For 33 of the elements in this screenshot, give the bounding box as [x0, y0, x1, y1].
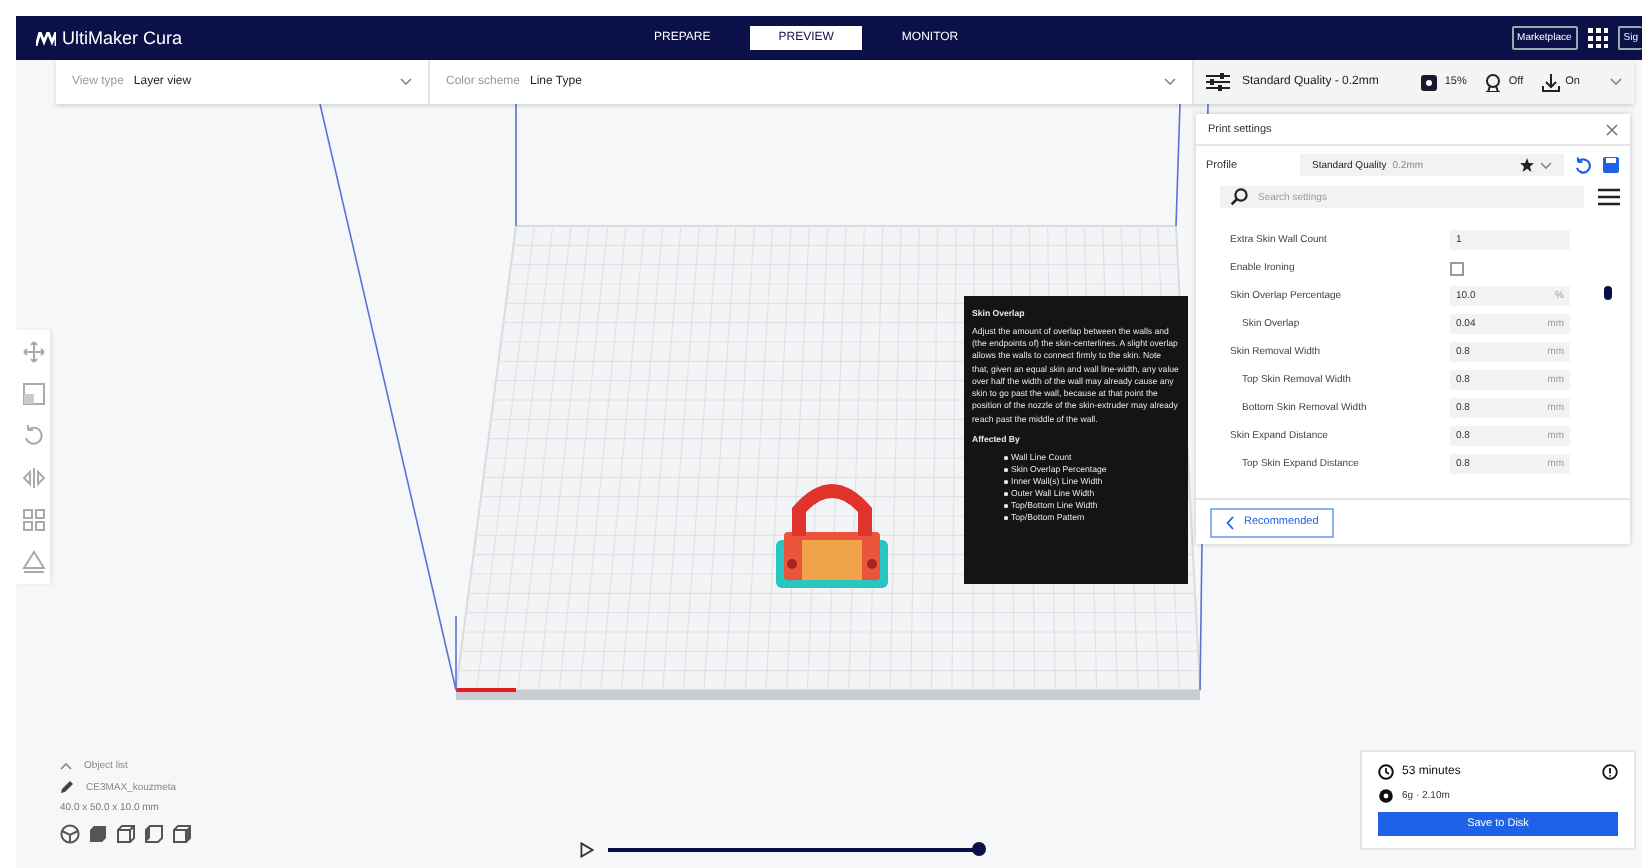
- info-icon[interactable]: [1602, 764, 1618, 780]
- top-view-icon[interactable]: [116, 824, 136, 844]
- left-view-icon[interactable]: [144, 824, 164, 844]
- model-drawing: [776, 484, 888, 588]
- support-icon: [1484, 73, 1503, 91]
- reset-icon[interactable]: [1574, 156, 1592, 174]
- setting-checkbox[interactable]: [1450, 261, 1464, 275]
- chevron-down-icon: [1540, 161, 1552, 169]
- logo-icon: [36, 31, 56, 45]
- layer-slider-handle[interactable]: [972, 842, 986, 856]
- app-logo-text: UltiMaker Cura: [62, 28, 183, 48]
- close-icon[interactable]: [1606, 123, 1618, 135]
- 3d-view-icon[interactable]: [60, 824, 80, 844]
- search-icon: [1230, 188, 1248, 206]
- menu-icon[interactable]: [1598, 188, 1620, 206]
- play-icon[interactable]: [580, 842, 594, 858]
- download-icon: [1541, 73, 1560, 91]
- front-view-icon[interactable]: [88, 824, 108, 844]
- clock-icon: [1378, 764, 1394, 780]
- save-icon[interactable]: [1602, 156, 1620, 174]
- chevron-down-icon: [1164, 78, 1176, 86]
- right-view-icon[interactable]: [172, 824, 192, 844]
- infill-icon: [1420, 73, 1439, 91]
- chevron-down-icon: [1610, 78, 1622, 86]
- chevron-up-icon: [60, 762, 72, 770]
- scrollbar-thumb[interactable]: [1604, 286, 1612, 300]
- pencil-icon: [60, 780, 74, 794]
- apps-grid-icon[interactable]: [1587, 28, 1608, 48]
- spool-icon: [1378, 788, 1394, 804]
- chevron-left-icon: [1226, 515, 1234, 529]
- sliders-icon: [1206, 72, 1230, 92]
- chevron-down-icon: [400, 78, 412, 86]
- star-icon: [1520, 158, 1534, 172]
